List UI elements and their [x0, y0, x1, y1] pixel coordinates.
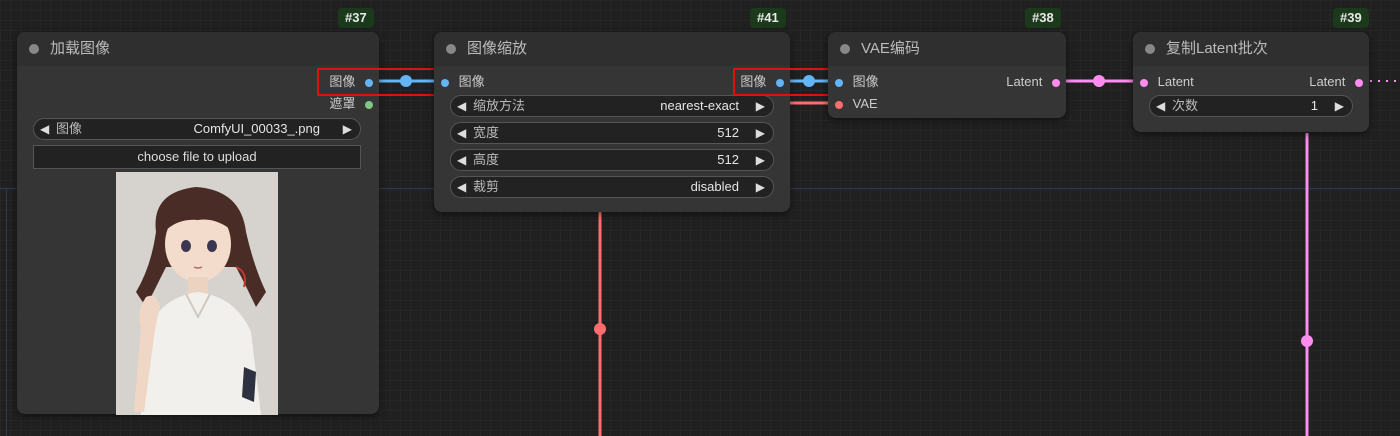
collapse-dot-icon[interactable]	[840, 44, 850, 54]
collapse-dot-icon[interactable]	[29, 44, 39, 54]
arrow-left-icon[interactable]: ◀	[457, 150, 466, 170]
arrow-left-icon[interactable]: ◀	[457, 177, 466, 197]
arrow-right-icon[interactable]: ▶	[1335, 96, 1344, 116]
widget-label: 高度	[473, 152, 500, 167]
arrow-right-icon[interactable]: ▶	[756, 150, 765, 170]
input-slot-pixels[interactable]: 图像	[835, 74, 879, 90]
crop-widget[interactable]: ◀ 裁剪 disabled ▶	[450, 176, 774, 198]
node-id-badge: #41	[750, 8, 786, 28]
output-slot-latent[interactable]: Latent	[1309, 74, 1363, 90]
width-widget[interactable]: ◀ 宽度 512 ▶	[450, 122, 774, 144]
widget-value: 512	[717, 152, 739, 167]
arrow-left-icon[interactable]: ◀	[1156, 96, 1165, 116]
arrow-left-icon[interactable]: ◀	[457, 96, 466, 116]
image-scale-node[interactable]: 图像缩放 图像 图像 ◀ 缩放方法 nearest-exact ▶ ◀ 宽度 5…	[434, 32, 790, 212]
height-widget[interactable]: ◀ 高度 512 ▶	[450, 149, 774, 171]
slot-label: 图像	[458, 74, 485, 89]
node-title-bar[interactable]: 复制Latent批次	[1133, 32, 1369, 66]
node-id-badge: #39	[1333, 8, 1369, 28]
link-latent-38-39[interactable]	[1054, 75, 1144, 87]
image-combo-widget[interactable]: ◀ 图像 ComfyUI_00033_.png ▶	[33, 118, 361, 140]
arrow-right-icon[interactable]: ▶	[756, 177, 765, 197]
amount-widget[interactable]: ◀ 次数 1 ▶	[1149, 95, 1353, 117]
repeat-latent-node[interactable]: 复制Latent批次 Latent Latent ◀ 次数 1 ▶	[1133, 32, 1369, 132]
collapse-dot-icon[interactable]	[1145, 44, 1155, 54]
widget-value: disabled	[690, 179, 739, 194]
node-title-bar[interactable]: 图像缩放	[434, 32, 790, 66]
arrow-left-icon[interactable]: ◀	[40, 119, 49, 139]
node-id-badge: #38	[1025, 8, 1061, 28]
node-title: 复制Latent批次	[1166, 40, 1268, 57]
output-slot-mask[interactable]: 遮罩	[329, 96, 373, 112]
slot-label: 图像	[852, 74, 879, 89]
slot-label: 遮罩	[329, 96, 356, 111]
arrow-right-icon[interactable]: ▶	[343, 119, 352, 139]
link-latent-out[interactable]	[1301, 80, 1400, 436]
slot-label: Latent	[1006, 74, 1043, 89]
node-title-bar[interactable]: 加载图像	[17, 32, 379, 66]
widget-label: 次数	[1172, 98, 1199, 113]
slot-label: VAE	[852, 96, 878, 111]
input-slot-latent[interactable]: Latent	[1140, 74, 1194, 90]
widget-label: 宽度	[473, 125, 500, 140]
node-title: VAE编码	[861, 40, 920, 57]
widget-value: nearest-exact	[660, 98, 739, 113]
vae-slot-dot-icon[interactable]	[835, 100, 843, 109]
widget-label: 裁剪	[473, 179, 500, 194]
node-title: 加载图像	[50, 40, 111, 57]
arrow-right-icon[interactable]: ▶	[756, 96, 765, 116]
input-slot-image[interactable]: 图像	[441, 74, 485, 90]
latent-slot-dot-icon[interactable]	[1052, 78, 1060, 87]
vae-encode-node[interactable]: VAE编码 图像 VAE Latent	[828, 32, 1066, 118]
arrow-right-icon[interactable]: ▶	[756, 123, 765, 143]
node-title-bar[interactable]: VAE编码	[828, 32, 1066, 66]
widget-value: ComfyUI_00033_.png	[193, 121, 320, 136]
anime-girl-portrait-image	[116, 172, 278, 415]
latent-slot-dot-icon[interactable]	[1140, 78, 1148, 87]
widget-value: 1	[1310, 98, 1318, 113]
collapse-dot-icon[interactable]	[446, 44, 456, 54]
arrow-left-icon[interactable]: ◀	[457, 123, 466, 143]
mask-slot-dot-icon[interactable]	[365, 100, 373, 109]
node-id-badge: #37	[338, 8, 374, 28]
widget-label: 缩放方法	[473, 98, 526, 113]
output-slot-latent[interactable]: Latent	[1006, 74, 1060, 90]
latent-slot-dot-icon[interactable]	[1355, 78, 1363, 87]
upscale-method-widget[interactable]: ◀ 缩放方法 nearest-exact ▶	[450, 95, 774, 117]
image-slot-dot-icon[interactable]	[441, 78, 449, 87]
widget-label: 图像	[56, 121, 83, 136]
slot-label: Latent	[1157, 74, 1194, 89]
input-slot-vae[interactable]: VAE	[835, 96, 878, 112]
widget-value: 512	[717, 125, 739, 140]
upload-button[interactable]: choose file to upload	[33, 145, 361, 169]
slot-label: Latent	[1309, 74, 1346, 89]
node-title: 图像缩放	[467, 40, 528, 57]
image-slot-dot-icon[interactable]	[835, 78, 843, 87]
